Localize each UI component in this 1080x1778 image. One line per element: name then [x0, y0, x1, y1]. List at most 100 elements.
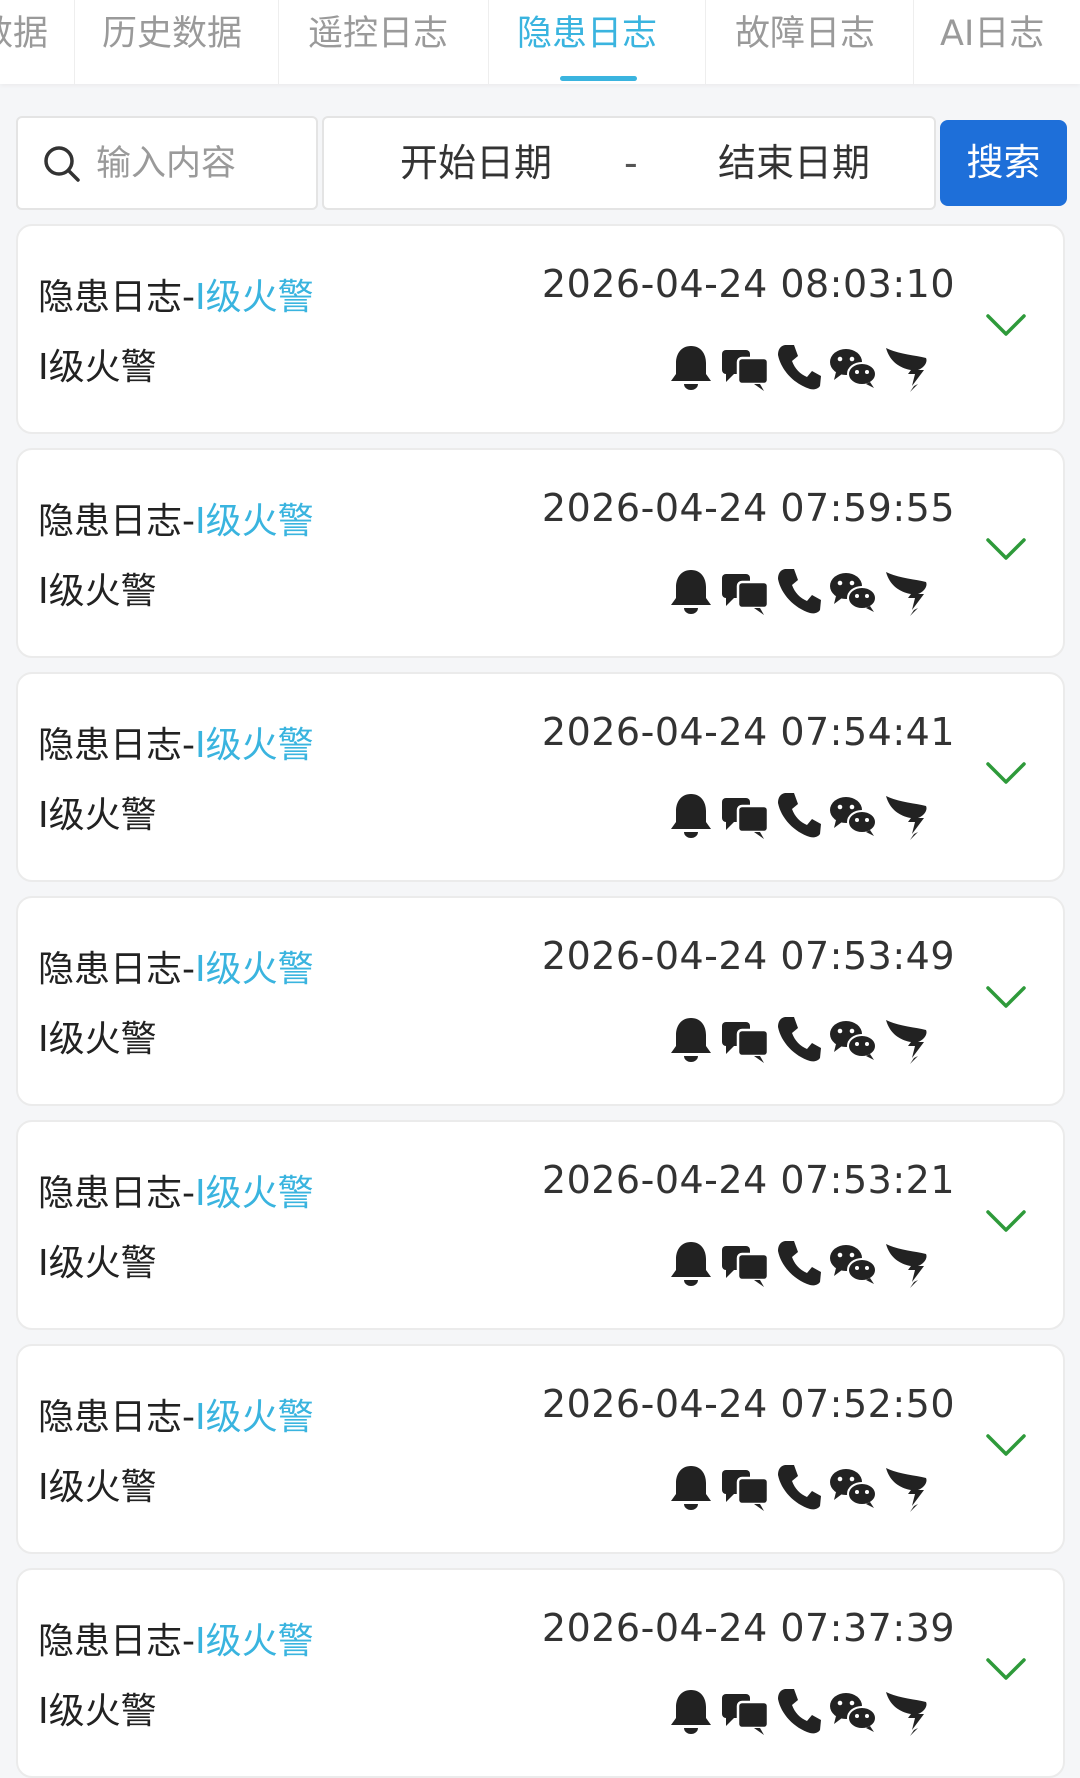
log-record-card[interactable]: 隐患日志-I级火警 I级火警 2026-04-24 07:37:39 [16, 1568, 1065, 1778]
notification-channels [668, 1238, 968, 1292]
record-subtitle: I级火警 [38, 1467, 157, 1508]
record-title: 隐患日志-I级火警 [38, 1164, 314, 1216]
record-title-prefix: 隐患日志- [38, 1173, 195, 1214]
notification-channels [668, 566, 968, 620]
dingtalk-icon [884, 1462, 930, 1516]
tab-remote-control-log[interactable]: 遥控日志 [308, 0, 448, 84]
phone-icon [776, 1014, 822, 1068]
tab-divider [705, 0, 706, 84]
notification-channels [668, 342, 968, 396]
search-box[interactable] [16, 116, 318, 210]
start-date-field[interactable]: 开始日期 [400, 118, 552, 208]
tab-data[interactable]: 数据 [0, 0, 48, 84]
record-title: 隐患日志-I级火警 [38, 268, 314, 320]
active-tab-indicator [560, 76, 637, 81]
dingtalk-icon [884, 1686, 930, 1740]
chat-bubbles-icon [720, 566, 770, 620]
record-level: I级火警 [195, 1173, 314, 1214]
chevron-down-icon[interactable] [984, 982, 1028, 1012]
search-button[interactable]: 搜索 [940, 120, 1067, 206]
bell-icon [668, 790, 714, 844]
notification-channels [668, 1014, 968, 1068]
record-subtitle: I级火警 [38, 571, 157, 612]
wechat-icon [828, 1238, 878, 1292]
bell-icon [668, 342, 714, 396]
record-title-prefix: 隐患日志- [38, 501, 195, 542]
chat-bubbles-icon [720, 1462, 770, 1516]
record-subtitle: I级火警 [38, 795, 157, 836]
record-title-prefix: 隐患日志- [38, 1397, 195, 1438]
dingtalk-icon [884, 1238, 930, 1292]
search-input[interactable] [96, 136, 306, 192]
log-record-card[interactable]: 隐患日志-I级火警 I级火警 2026-04-24 07:53:21 [16, 1120, 1065, 1330]
chat-bubbles-icon [720, 1014, 770, 1068]
record-level: I级火警 [195, 1621, 314, 1662]
record-title: 隐患日志-I级火警 [38, 940, 314, 992]
record-level: I级火警 [195, 277, 314, 318]
record-subtitle: I级火警 [38, 347, 157, 388]
record-timestamp: 2026-04-24 07:37:39 [541, 1606, 955, 1650]
tab-history-data[interactable]: 历史数据 [102, 0, 242, 84]
chevron-down-icon[interactable] [984, 1430, 1028, 1460]
wechat-icon [828, 566, 878, 620]
phone-icon [776, 1462, 822, 1516]
record-timestamp: 2026-04-24 07:52:50 [541, 1382, 955, 1426]
wechat-icon [828, 342, 878, 396]
tab-divider [488, 0, 489, 84]
date-range-separator: - [624, 141, 638, 185]
dingtalk-icon [884, 342, 930, 396]
chat-bubbles-icon [720, 790, 770, 844]
phone-icon [776, 790, 822, 844]
chat-bubbles-icon [720, 1238, 770, 1292]
record-timestamp: 2026-04-24 07:53:49 [541, 934, 955, 978]
chevron-down-icon[interactable] [984, 1654, 1028, 1684]
chevron-down-icon[interactable] [984, 1206, 1028, 1236]
tab-ai-log[interactable]: AI日志 [940, 0, 1044, 84]
record-title: 隐患日志-I级火警 [38, 1612, 314, 1664]
record-timestamp: 2026-04-24 07:53:21 [541, 1158, 955, 1202]
dingtalk-icon [884, 790, 930, 844]
wechat-icon [828, 1462, 878, 1516]
log-record-card[interactable]: 隐患日志-I级火警 I级火警 2026-04-24 08:03:10 [16, 224, 1065, 434]
record-title: 隐患日志-I级火警 [38, 492, 314, 544]
phone-icon [776, 1686, 822, 1740]
chevron-down-icon[interactable] [984, 758, 1028, 788]
wechat-icon [828, 1014, 878, 1068]
tab-hazard-log[interactable]: 隐患日志 [517, 0, 657, 84]
record-title-prefix: 隐患日志- [38, 1621, 195, 1662]
dingtalk-icon [884, 566, 930, 620]
log-record-card[interactable]: 隐患日志-I级火警 I级火警 2026-04-24 07:52:50 [16, 1344, 1065, 1554]
phone-icon [776, 1238, 822, 1292]
record-level: I级火警 [195, 949, 314, 990]
chevron-down-icon[interactable] [984, 534, 1028, 564]
search-icon [44, 146, 80, 182]
tab-bar: 数据 历史数据 遥控日志 隐患日志 故障日志 AI日志 [0, 0, 1080, 84]
record-level: I级火警 [195, 1397, 314, 1438]
record-subtitle: I级火警 [38, 1691, 157, 1732]
bell-icon [668, 1238, 714, 1292]
tab-divider [278, 0, 279, 84]
notification-channels [668, 1462, 968, 1516]
record-level: I级火警 [195, 725, 314, 766]
log-record-card[interactable]: 隐患日志-I级火警 I级火警 2026-04-24 07:53:49 [16, 896, 1065, 1106]
tab-divider [913, 0, 914, 84]
record-timestamp: 2026-04-24 08:03:10 [541, 262, 955, 306]
record-timestamp: 2026-04-24 07:59:55 [541, 486, 955, 530]
log-record-card[interactable]: 隐患日志-I级火警 I级火警 2026-04-24 07:59:55 [16, 448, 1065, 658]
bell-icon [668, 1462, 714, 1516]
record-title: 隐患日志-I级火警 [38, 716, 314, 768]
end-date-field[interactable]: 结束日期 [718, 118, 870, 208]
record-title-prefix: 隐患日志- [38, 277, 195, 318]
dingtalk-icon [884, 1014, 930, 1068]
chat-bubbles-icon [720, 1686, 770, 1740]
chevron-down-icon[interactable] [984, 310, 1028, 340]
date-range-picker[interactable]: 开始日期 - 结束日期 [322, 116, 936, 210]
tab-fault-log[interactable]: 故障日志 [735, 0, 875, 84]
bell-icon [668, 1686, 714, 1740]
search-toolbar: 开始日期 - 结束日期 搜索 [0, 116, 1080, 210]
wechat-icon [828, 790, 878, 844]
record-title: 隐患日志-I级火警 [38, 1388, 314, 1440]
bell-icon [668, 1014, 714, 1068]
log-record-card[interactable]: 隐患日志-I级火警 I级火警 2026-04-24 07:54:41 [16, 672, 1065, 882]
wechat-icon [828, 1686, 878, 1740]
